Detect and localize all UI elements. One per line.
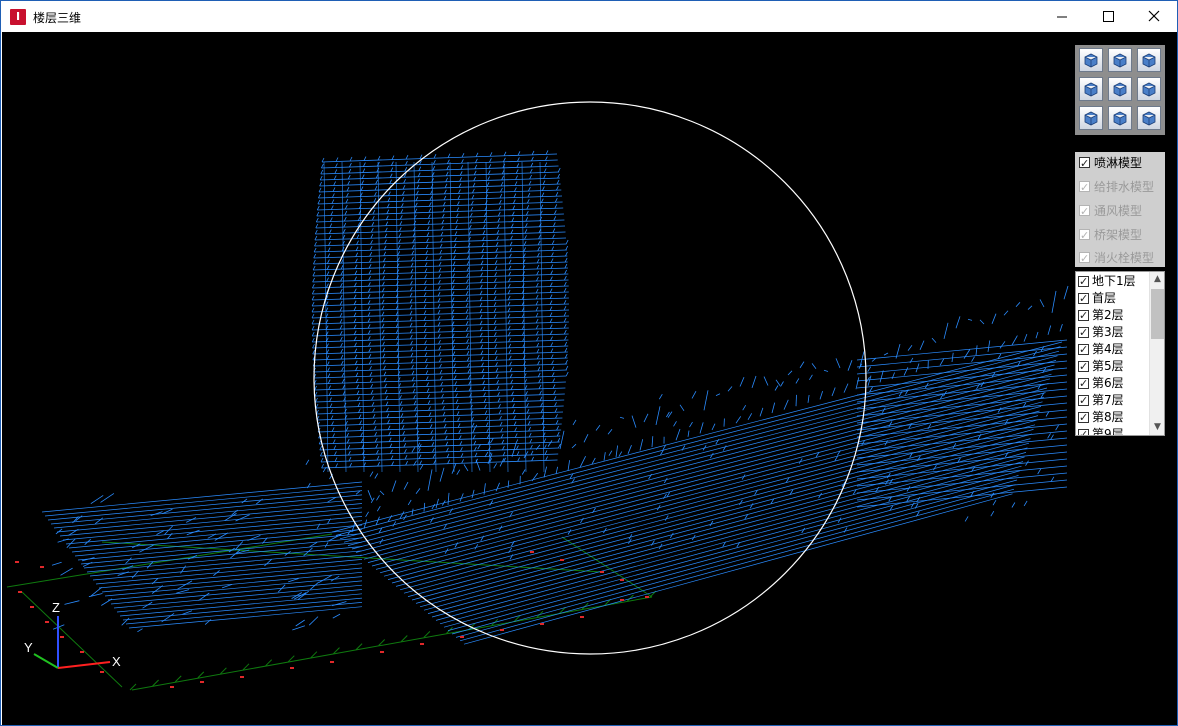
view-iso-front-left-icon [1084,53,1098,68]
checkbox-icon [1078,358,1089,375]
view-back-icon [1113,111,1127,126]
view-front-icon [1113,82,1127,97]
checkbox-icon [1078,341,1089,358]
view-iso-back-right-button[interactable] [1137,106,1161,130]
minimize-icon [1057,16,1067,18]
view-top-button[interactable] [1108,48,1132,72]
floor-item[interactable]: 第4层 [1076,341,1149,358]
floor-label: 第7层 [1092,393,1124,407]
x-axis-label: X [112,654,121,669]
floor-list[interactable]: 地下1层首层第2层第3层第4层第5层第6层第7层第8层第9层 ▲ ▼ [1075,271,1165,436]
checkbox-icon [1078,307,1089,324]
view-iso-front-right-icon [1142,53,1156,68]
model-checkbox-ventilation[interactable]: 通风模型 [1077,201,1165,222]
view-left-icon [1084,82,1098,97]
sprinkler-pipe-network [41,150,1069,645]
window-title: 楼层三维 [33,11,82,25]
checkbox-icon [1078,392,1089,409]
view-left-button[interactable] [1079,77,1103,101]
floor-item[interactable]: 第3层 [1076,324,1149,341]
view-top-icon [1113,53,1127,68]
model-label: 给排水模型 [1094,180,1155,194]
view-iso-front-left-button[interactable] [1079,48,1103,72]
floor-item[interactable]: 第6层 [1076,375,1149,392]
checkbox-icon [1078,375,1089,392]
floor-label: 首层 [1092,291,1117,305]
model-checkbox-water-supply[interactable]: 给排水模型 [1077,177,1165,198]
checkbox-icon [1079,154,1090,174]
view-iso-back-left-icon [1084,111,1098,126]
3d-scene[interactable]: Z X Y [2,32,1177,725]
minimize-button[interactable] [1039,1,1085,32]
model-label: 喷淋模型 [1094,156,1143,170]
floor-item[interactable]: 地下1层 [1076,273,1149,290]
floor-label: 第9层 [1092,427,1124,436]
maximize-icon [1103,11,1114,22]
scroll-down-icon[interactable]: ▼ [1150,420,1164,435]
model-checkbox-sprinkler[interactable]: 喷淋模型 [1077,153,1165,174]
floor-list-scrollbar[interactable]: ▲ ▼ [1149,272,1164,435]
close-icon [1148,10,1160,22]
model-label: 通风模型 [1094,204,1143,218]
checkbox-icon [1078,324,1089,341]
view-iso-back-left-button[interactable] [1079,106,1103,130]
model-checkbox-hydrant[interactable]: 消火栓模型 [1077,248,1165,269]
model-label: 消火栓模型 [1094,251,1155,265]
floor-label: 第4层 [1092,342,1124,356]
view-right-icon [1142,82,1156,97]
checkbox-icon [1079,226,1090,246]
z-axis-label: Z [52,600,60,615]
scroll-up-icon[interactable]: ▲ [1150,272,1164,287]
app-logo-icon: I [10,9,26,25]
floor-label: 第2层 [1092,308,1124,322]
model-checkbox-cable-tray[interactable]: 桥架模型 [1077,225,1165,246]
app-window: I 楼层三维 Z X Y 喷淋模型 [0,0,1178,726]
y-axis-line [33,653,59,669]
view-back-button[interactable] [1108,106,1132,130]
checkbox-icon [1078,409,1089,426]
close-button[interactable] [1131,1,1177,32]
3d-viewport[interactable]: Z X Y 喷淋模型 给排水模型 通风模型 桥架模型 消火栓模型 地下1层首层第… [2,32,1177,725]
app-logo-letter: I [15,10,21,23]
floor-label: 第3层 [1092,325,1124,339]
floor-label: 第6层 [1092,376,1124,390]
floor-item[interactable]: 第8层 [1076,409,1149,426]
view-iso-front-right-button[interactable] [1137,48,1161,72]
model-label: 桥架模型 [1094,228,1143,242]
checkbox-icon [1079,178,1090,198]
maximize-button[interactable] [1085,1,1131,32]
checkbox-icon [1078,426,1089,435]
y-axis-label: Y [24,640,33,655]
view-front-button[interactable] [1108,77,1132,101]
view-iso-back-right-icon [1142,111,1156,126]
scroll-thumb[interactable] [1151,289,1164,339]
checkbox-icon [1079,202,1090,222]
view-right-button[interactable] [1137,77,1161,101]
checkbox-icon [1078,290,1089,307]
floor-item[interactable]: 第5层 [1076,358,1149,375]
floor-item[interactable]: 第7层 [1076,392,1149,409]
title-bar[interactable]: I 楼层三维 [1,1,1177,32]
floor-item[interactable]: 首层 [1076,290,1149,307]
axis-gizmo: Z X Y [24,600,121,669]
model-layers-panel: 喷淋模型 给排水模型 通风模型 桥架模型 消火栓模型 [1075,152,1165,269]
floor-item[interactable]: 第9层 [1076,426,1149,436]
checkbox-icon [1078,273,1089,290]
floor-label: 第8层 [1092,410,1124,424]
view-orientation-toolbar [1075,45,1165,135]
floor-item[interactable]: 第2层 [1076,307,1149,324]
floor-label: 第5层 [1092,359,1124,373]
floor-label: 地下1层 [1092,274,1136,288]
x-axis-line [57,661,111,669]
checkbox-icon [1079,249,1090,269]
